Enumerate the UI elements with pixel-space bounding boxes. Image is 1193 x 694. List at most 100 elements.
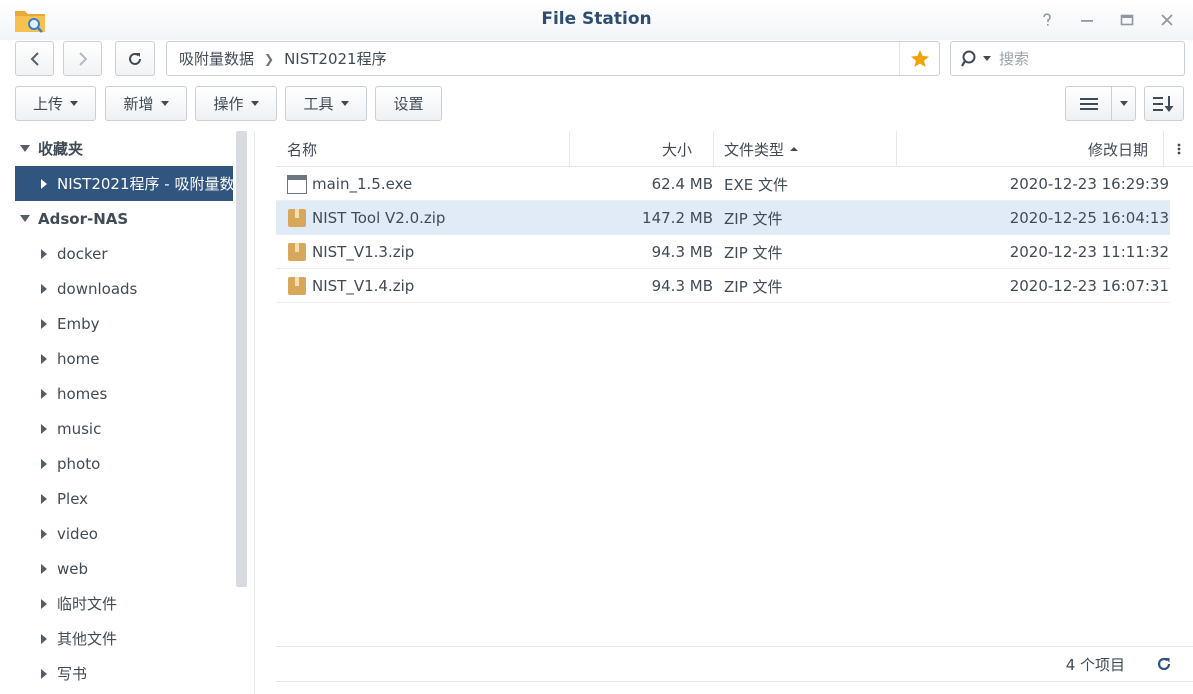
chevron-down-icon <box>70 101 78 106</box>
upload-label: 上传 <box>32 95 63 113</box>
column-name-label: 名称 <box>287 140 318 159</box>
chevron-down-icon <box>1119 101 1128 106</box>
sidebar: 收藏夹 NIST2021程序 - 吸附量数 Adsor-NAS docker d… <box>0 131 255 694</box>
chevron-down-icon <box>340 101 349 106</box>
action-button[interactable]: 操作 <box>195 86 277 121</box>
sidebar-item-folder[interactable]: music <box>0 411 233 446</box>
file-size: 94.3 MB <box>651 243 713 261</box>
zip-file-icon <box>288 277 306 295</box>
search-input[interactable] <box>999 49 1169 68</box>
sidebar-nas-label: Adsor-NAS <box>38 209 129 228</box>
sidebar-favorites-header[interactable]: 收藏夹 <box>0 131 233 166</box>
view-mode-dropdown[interactable] <box>1112 101 1135 106</box>
column-type[interactable]: 文件类型 <box>714 131 897 167</box>
sidebar-item-folder[interactable]: docker <box>0 236 233 271</box>
breadcrumb-item[interactable]: 吸附量数据 <box>179 48 254 69</box>
sidebar-item-folder[interactable]: 写书 <box>0 656 233 691</box>
maximize-icon[interactable] <box>1114 8 1140 32</box>
column-size-label: 大小 <box>661 140 692 159</box>
sidebar-favorites-label: 收藏夹 <box>38 140 84 158</box>
refresh-icon <box>129 52 141 65</box>
help-icon[interactable] <box>1034 8 1060 32</box>
create-button[interactable]: 新增 <box>105 86 187 121</box>
sidebar-item-folder[interactable]: Plex <box>0 481 233 516</box>
file-name: NIST_V1.3.zip <box>312 243 415 261</box>
sidebar-item-label: 临时文件 <box>57 595 118 613</box>
favorite-star-icon[interactable] <box>899 42 939 75</box>
sidebar-item-label: photo <box>57 454 101 473</box>
window-title: File Station <box>541 9 652 29</box>
list-footer: 4 个项目 <box>276 646 1193 682</box>
title-bar: File Station <box>0 0 1193 40</box>
chevron-down-icon <box>160 101 169 106</box>
forward-button[interactable] <box>63 41 102 76</box>
column-name[interactable]: 名称 <box>276 131 570 167</box>
sidebar-item-folder[interactable]: downloads <box>0 271 233 306</box>
table-row[interactable]: NIST_V1.3.zip 94.3 MB ZIP 文件 2020-12-23 … <box>276 235 1170 269</box>
table-row[interactable]: NIST Tool V2.0.zip 147.2 MB ZIP 文件 2020-… <box>276 201 1170 235</box>
settings-button[interactable]: 设置 <box>375 86 442 121</box>
sidebar-item-folder[interactable]: video <box>0 516 233 551</box>
column-type-label: 文件类型 <box>724 140 785 159</box>
search-box[interactable] <box>950 41 1185 76</box>
sidebar-nas-header[interactable]: Adsor-NAS <box>0 201 233 236</box>
minimize-icon[interactable] <box>1074 8 1100 32</box>
sidebar-item-folder[interactable]: homes <box>0 376 233 411</box>
sidebar-item-label: music <box>57 419 102 438</box>
column-options-icon[interactable] <box>1164 131 1193 167</box>
chevron-right-icon <box>41 388 47 399</box>
refresh-icon[interactable] <box>1155 655 1173 677</box>
chevron-right-icon <box>41 633 47 644</box>
file-modified: 2020-12-23 16:07:31 <box>1009 277 1169 295</box>
chevron-down-icon <box>20 145 30 152</box>
path-bar[interactable]: 吸附量数据 ❯ NIST2021程序 <box>166 41 940 76</box>
file-size: 62.4 MB <box>651 175 713 193</box>
file-type: ZIP 文件 <box>724 243 783 262</box>
sort-button[interactable] <box>1144 86 1184 121</box>
sidebar-item-label: docker <box>57 244 108 263</box>
sidebar-item-label: web <box>57 559 89 578</box>
sidebar-item-folder[interactable]: web <box>0 551 233 586</box>
sidebar-item-label: 写书 <box>57 665 88 683</box>
table-row[interactable]: NIST_V1.4.zip 94.3 MB ZIP 文件 2020-12-23 … <box>276 269 1170 303</box>
upload-button[interactable]: 上传 <box>15 86 96 121</box>
column-modified[interactable]: 修改日期 <box>897 131 1164 167</box>
table-row[interactable]: main_1.5.exe 62.4 MB EXE 文件 2020-12-23 1… <box>276 167 1170 201</box>
close-icon[interactable] <box>1154 8 1180 32</box>
sort-ascending-icon <box>790 147 799 151</box>
sidebar-item-folder[interactable]: photo <box>0 446 233 481</box>
chevron-right-icon <box>41 248 47 259</box>
chevron-right-icon <box>41 423 47 434</box>
column-size[interactable]: 大小 <box>570 131 714 167</box>
chevron-left-icon <box>30 51 39 66</box>
file-type: EXE 文件 <box>724 175 788 194</box>
chevron-right-icon <box>41 458 47 469</box>
refresh-button[interactable] <box>115 41 155 76</box>
list-view-icon[interactable] <box>1066 87 1112 120</box>
action-label: 操作 <box>213 95 244 113</box>
search-icon <box>961 50 976 67</box>
zip-file-icon <box>288 209 306 227</box>
chevron-down-icon[interactable] <box>983 56 991 61</box>
sidebar-scrollbar[interactable] <box>236 131 247 587</box>
list-header: 名称 大小 文件类型 修改日期 <box>276 131 1193 167</box>
file-modified: 2020-12-23 16:29:39 <box>1009 175 1169 193</box>
sidebar-item-label: homes <box>57 384 108 403</box>
breadcrumb-item[interactable]: NIST2021程序 <box>284 48 387 69</box>
sidebar-item-folder[interactable]: 其他文件 <box>0 621 233 656</box>
sidebar-item-folder[interactable]: home <box>0 341 233 376</box>
column-modified-label: 修改日期 <box>1087 140 1148 159</box>
sidebar-item-folder[interactable]: Emby <box>0 306 233 341</box>
file-modified: 2020-12-25 16:04:13 <box>1009 209 1169 227</box>
sidebar-item-label: NIST2021程序 - 吸附量数 <box>57 175 233 193</box>
chevron-down-icon <box>20 215 30 222</box>
view-mode-button[interactable] <box>1065 86 1136 121</box>
sidebar-item-folder[interactable]: 临时文件 <box>0 586 233 621</box>
tools-button[interactable]: 工具 <box>285 86 367 121</box>
chevron-right-icon <box>41 283 47 294</box>
sidebar-item-favorite[interactable]: NIST2021程序 - 吸附量数 <box>15 166 233 201</box>
chevron-right-icon <box>41 493 47 504</box>
back-button[interactable] <box>15 41 54 76</box>
sidebar-item-label: downloads <box>57 279 138 298</box>
chevron-right-icon <box>41 563 47 574</box>
